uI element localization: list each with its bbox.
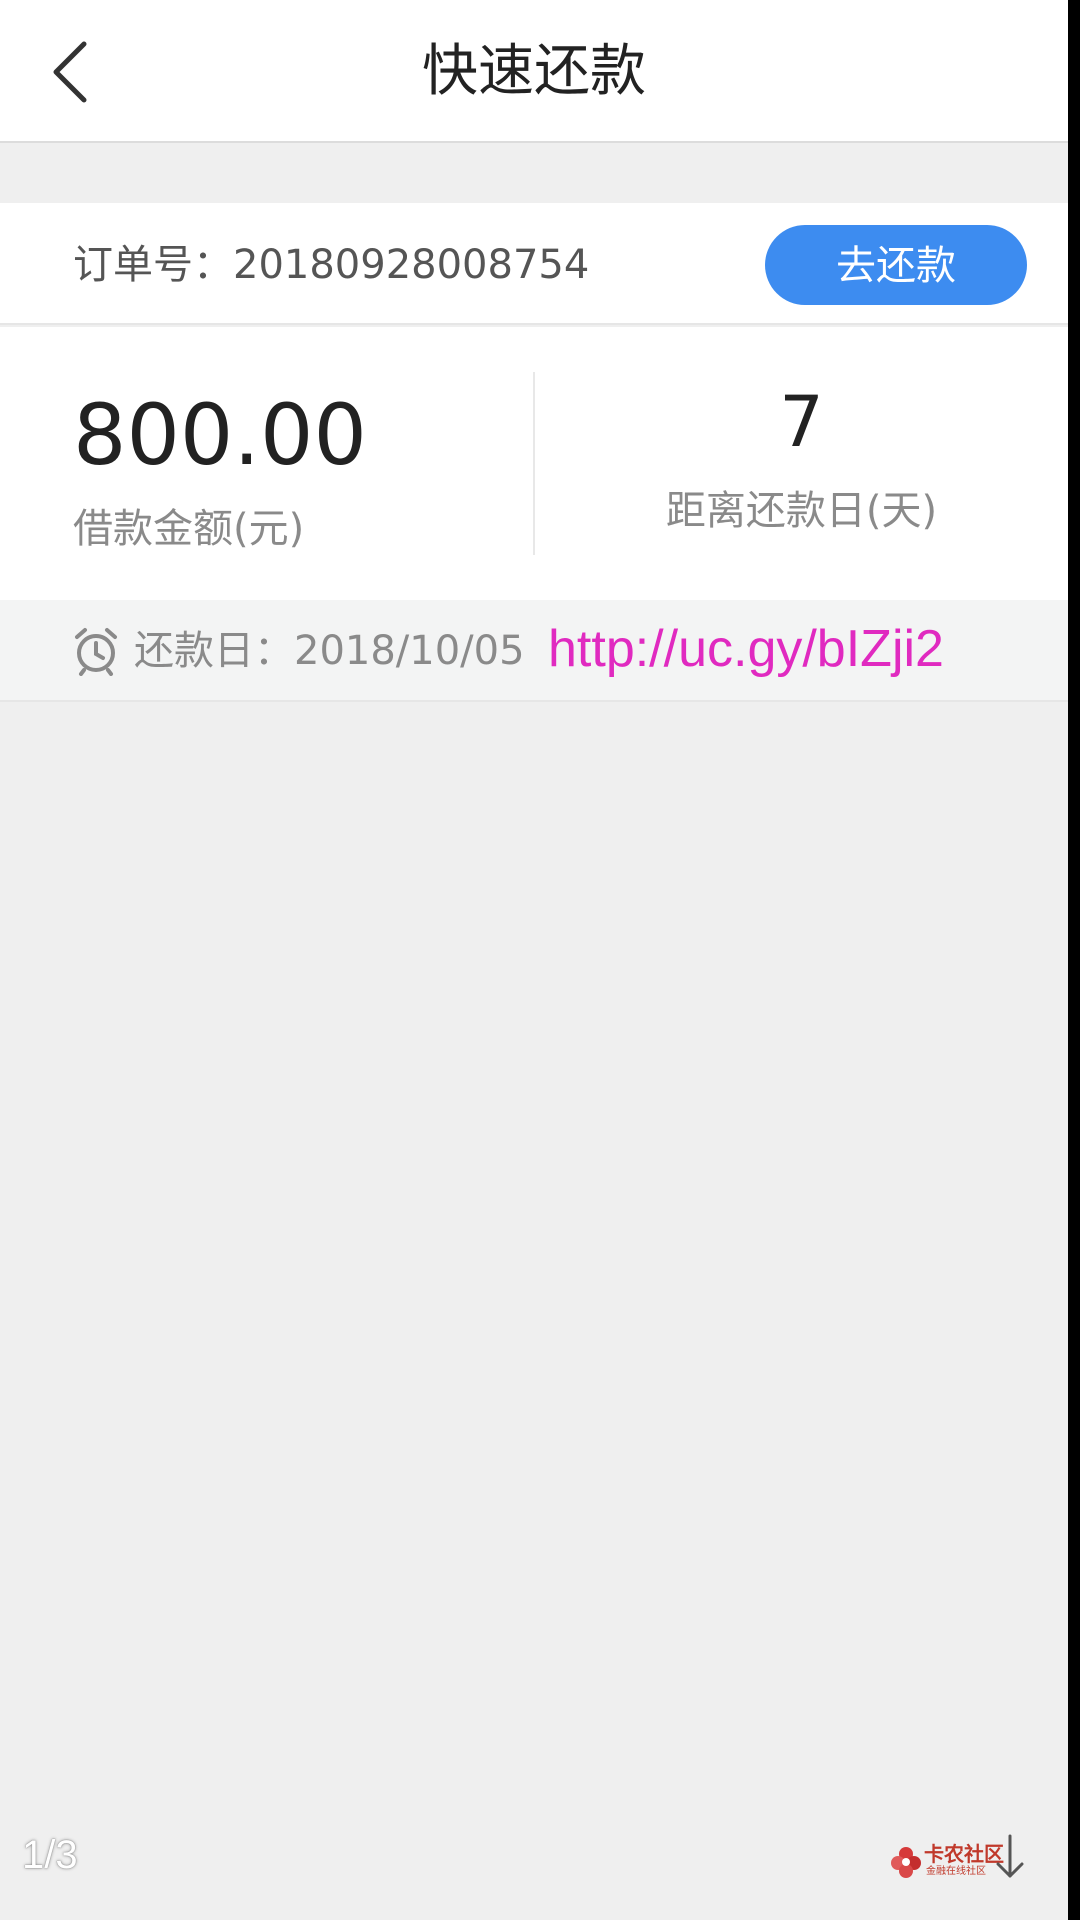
- brand-subtitle: 金融在线社区: [926, 1866, 986, 1877]
- days-remaining-value: 7: [779, 381, 824, 463]
- flower-logo-icon: [891, 1847, 921, 1878]
- screen: 快速还款 订单号：20180928008754 去还款 800.00 借款金额(…: [0, 0, 1068, 1920]
- alarm-clock-icon: [75, 628, 117, 676]
- order-number: 订单号：20180928008754: [73, 241, 589, 289]
- order-label: 订单号：: [73, 242, 233, 288]
- page-indicator: 1/3: [22, 1833, 78, 1877]
- loan-amount-label: 借款金额(元): [73, 506, 305, 552]
- loan-amount-block: 800.00 借款金额(元): [0, 327, 533, 600]
- loan-stats: 800.00 借款金额(元) 7 距离还款日(天): [0, 327, 1068, 600]
- nav-header: 快速还款: [0, 0, 1068, 143]
- repay-button[interactable]: 去还款: [765, 225, 1027, 305]
- page-title: 快速还款: [422, 39, 646, 104]
- due-value: 2018/10/05: [294, 628, 525, 674]
- due-date: 还款日：2018/10/05: [134, 626, 525, 676]
- download-arrow-icon[interactable]: [990, 1828, 1030, 1888]
- loan-amount-value: 800.00: [73, 386, 367, 484]
- days-remaining-block: 7 距离还款日(天): [535, 327, 1068, 600]
- overlay-link-text: http://uc.gy/bIZji2: [548, 620, 944, 678]
- order-row: 订单号：20180928008754 去还款: [0, 203, 1068, 325]
- due-label: 还款日：: [134, 628, 294, 674]
- order-value: 20180928008754: [233, 242, 590, 288]
- due-date-row: 还款日：2018/10/05 http://uc.gy/bIZji2: [0, 600, 1068, 702]
- days-remaining-label: 距离还款日(天): [665, 488, 938, 534]
